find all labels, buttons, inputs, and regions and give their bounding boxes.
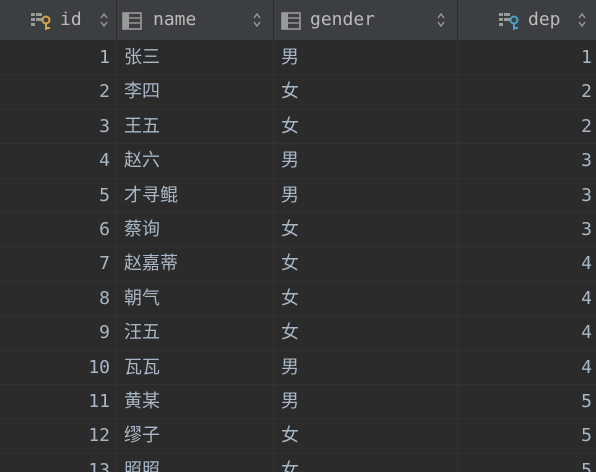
cell-id[interactable]: 13 xyxy=(0,453,117,472)
cell-dep[interactable]: 4 xyxy=(458,316,596,349)
cell-gender[interactable]: 女 xyxy=(274,212,458,246)
cell-dep[interactable]: 4 xyxy=(458,351,596,384)
cell-name[interactable]: 朝气 xyxy=(117,281,274,315)
cell-gender[interactable]: 女 xyxy=(274,453,458,472)
table-row[interactable]: 12 缪子 女 5 xyxy=(0,419,596,454)
cell-name[interactable]: 赵六 xyxy=(117,144,274,178)
cell-dep[interactable]: 4 xyxy=(458,282,596,315)
cell-dep[interactable]: 3 xyxy=(458,144,596,177)
cell-dep[interactable]: 5 xyxy=(458,385,596,418)
column-label: dep xyxy=(528,9,561,30)
cell-gender[interactable]: 女 xyxy=(274,419,458,453)
cell-gender[interactable]: 女 xyxy=(274,316,458,350)
cell-gender[interactable]: 男 xyxy=(274,384,458,418)
cell-gender[interactable]: 男 xyxy=(274,350,458,384)
table-row[interactable]: 7 赵嘉蒂 女 4 xyxy=(0,247,596,282)
cell-name[interactable]: 缪子 xyxy=(117,419,274,453)
cell-dep[interactable]: 2 xyxy=(458,75,596,108)
cell-id[interactable]: 12 xyxy=(0,419,117,453)
cell-id[interactable]: 10 xyxy=(0,350,117,384)
cell-dep[interactable]: 4 xyxy=(458,247,596,280)
table-row[interactable]: 5 才寻鲲 男 3 xyxy=(0,178,596,213)
table-row[interactable]: 4 赵六 男 3 xyxy=(0,144,596,179)
foreign-key-column-icon xyxy=(499,13,519,30)
cell-id[interactable]: 1 xyxy=(0,41,117,74)
cell-name[interactable]: 赵嘉蒂 xyxy=(117,247,274,281)
table-row[interactable]: 3 王五 女 2 xyxy=(0,109,596,145)
table-column-icon xyxy=(281,12,301,30)
table-row[interactable]: 11 黄某 男 5 xyxy=(0,384,596,420)
table-row[interactable]: 1 张三 男 1 xyxy=(0,41,596,76)
cell-name[interactable]: 瓦瓦 xyxy=(117,350,274,384)
column-header-gender[interactable]: gender xyxy=(274,0,458,40)
cell-id[interactable]: 6 xyxy=(0,212,117,246)
column-header-id[interactable]: id xyxy=(0,0,117,40)
column-header-name[interactable]: name xyxy=(117,0,274,40)
cell-dep[interactable]: 1 xyxy=(458,41,596,74)
cell-id[interactable]: 3 xyxy=(0,109,117,143)
cell-id[interactable]: 11 xyxy=(0,384,117,418)
cell-gender[interactable]: 女 xyxy=(274,247,458,281)
cell-id[interactable]: 9 xyxy=(0,316,117,350)
cell-id[interactable]: 4 xyxy=(0,144,117,178)
sort-toggle-icon[interactable] xyxy=(578,13,586,27)
cell-dep[interactable]: 5 xyxy=(458,454,596,472)
table-column-icon xyxy=(122,12,142,30)
cell-dep[interactable]: 3 xyxy=(458,213,596,246)
cell-name[interactable]: 蔡询 xyxy=(117,212,274,246)
cell-dep[interactable]: 5 xyxy=(458,419,596,452)
sort-toggle-icon[interactable] xyxy=(437,13,445,27)
table-row[interactable]: 10 瓦瓦 男 4 xyxy=(0,350,596,385)
cell-id[interactable]: 5 xyxy=(0,178,117,212)
column-header-dep[interactable]: dep xyxy=(458,0,596,40)
table-row[interactable]: 8 朝气 女 4 xyxy=(0,281,596,317)
table-row[interactable]: 9 汪五 女 4 xyxy=(0,316,596,351)
cell-name[interactable]: 李四 xyxy=(117,75,274,109)
cell-name[interactable]: 才寻鲲 xyxy=(117,178,274,212)
cell-dep[interactable]: 3 xyxy=(458,179,596,212)
cell-id[interactable]: 8 xyxy=(0,281,117,315)
sort-toggle-icon[interactable] xyxy=(100,13,108,27)
cell-gender[interactable]: 男 xyxy=(274,178,458,212)
cell-gender[interactable]: 女 xyxy=(274,281,458,315)
grid-header: id name gender dep xyxy=(0,0,596,41)
table-row[interactable]: 2 李四 女 2 xyxy=(0,75,596,110)
cell-name[interactable]: 照照 xyxy=(117,453,274,472)
data-grid: id name gender dep 1 张三 男 1 2 李四 女 2 3 王… xyxy=(0,0,596,472)
cell-name[interactable]: 黄某 xyxy=(117,384,274,418)
cell-id[interactable]: 7 xyxy=(0,247,117,281)
table-row[interactable]: 13 照照 女 5 xyxy=(0,453,596,472)
column-label: id xyxy=(60,9,82,30)
cell-gender[interactable]: 女 xyxy=(274,109,458,143)
cell-name[interactable]: 汪五 xyxy=(117,316,274,350)
cell-gender[interactable]: 男 xyxy=(274,144,458,178)
cell-dep[interactable]: 2 xyxy=(458,110,596,143)
sort-toggle-icon[interactable] xyxy=(253,13,261,27)
cell-gender[interactable]: 女 xyxy=(274,75,458,109)
table-row[interactable]: 6 蔡询 女 3 xyxy=(0,212,596,248)
primary-key-column-icon xyxy=(31,13,51,30)
grid-body: 1 张三 男 1 2 李四 女 2 3 王五 女 2 4 赵六 男 3 5 才寻… xyxy=(0,41,596,472)
cell-name[interactable]: 张三 xyxy=(117,41,274,74)
column-label: gender xyxy=(310,9,376,30)
cell-gender[interactable]: 男 xyxy=(274,41,458,74)
column-label: name xyxy=(153,9,197,30)
cell-name[interactable]: 王五 xyxy=(117,109,274,143)
cell-id[interactable]: 2 xyxy=(0,75,117,109)
